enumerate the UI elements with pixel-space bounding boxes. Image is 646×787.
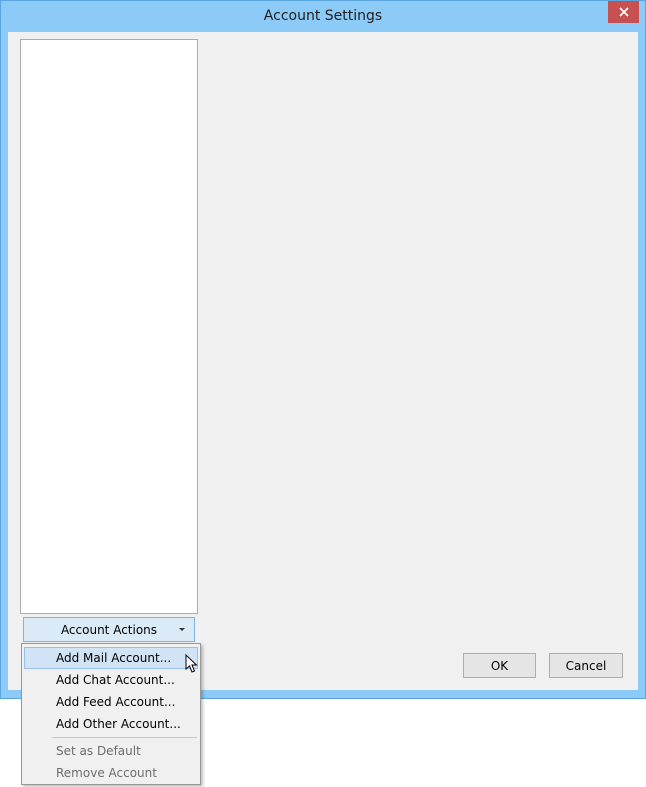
menu-item-add-chat-account[interactable]: Add Chat Account... [24, 669, 198, 691]
title-bar[interactable]: Account Settings [1, 1, 645, 32]
close-button[interactable] [608, 1, 639, 23]
account-actions-label: Account Actions [60, 622, 158, 637]
cancel-button[interactable]: Cancel [549, 653, 623, 678]
mouse-pointer-icon [185, 653, 198, 673]
menu-item-remove-account: Remove Account [56, 766, 157, 780]
window-title: Account Settings [263, 8, 383, 24]
account-settings-window: Account Settings Account Actions OK Canc… [0, 0, 646, 699]
ok-button[interactable]: OK [463, 653, 536, 678]
menu-item-add-other-account[interactable]: Add Other Account... [24, 713, 198, 735]
close-icon [618, 7, 629, 17]
chevron-down-icon [179, 628, 185, 631]
account-actions-button[interactable]: Account Actions [23, 617, 195, 642]
menu-separator [52, 737, 197, 738]
account-tree[interactable] [20, 39, 198, 614]
menu-item-add-mail-account[interactable]: Add Mail Account... [24, 647, 198, 669]
dialog-body: Account Actions OK Cancel [8, 32, 638, 690]
account-actions-menu: Add Mail Account... Add Chat Account... … [21, 643, 201, 785]
menu-item-add-feed-account[interactable]: Add Feed Account... [24, 691, 198, 713]
menu-item-set-as-default: Set as Default [56, 744, 141, 758]
